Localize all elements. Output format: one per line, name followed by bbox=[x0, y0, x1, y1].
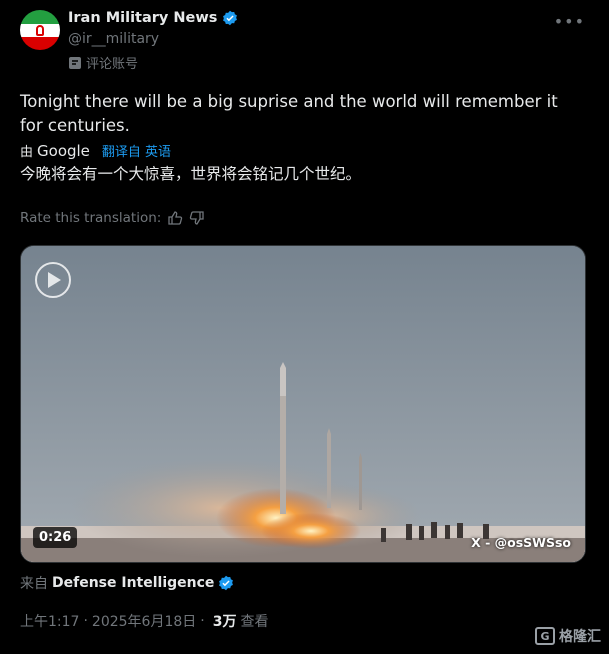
translated-from-link[interactable]: 翻译自 英语 bbox=[102, 141, 171, 160]
translation-attribution: 由 Google 翻译自 英语 bbox=[20, 141, 171, 161]
separator: · bbox=[200, 613, 205, 629]
tweet-date[interactable]: 2025年6月18日 bbox=[92, 611, 196, 631]
source-prefix: 来自 bbox=[20, 576, 48, 592]
brand-watermark: G 格隆汇 bbox=[535, 626, 601, 646]
thumbs-up-icon[interactable] bbox=[167, 210, 183, 226]
video-duration: 0:26 bbox=[33, 527, 78, 548]
video-player[interactable]: 0:26 X - @osSWSso bbox=[20, 245, 586, 563]
display-name[interactable]: Iran Military News bbox=[68, 10, 217, 26]
flag-red-stripe bbox=[20, 37, 60, 50]
rate-translation-row: Rate this translation: bbox=[20, 210, 205, 226]
brand-logo-icon: G bbox=[535, 627, 555, 645]
channel-watermark-logo bbox=[35, 262, 71, 298]
tweet-text: Tonight there will be a big suprise and … bbox=[20, 92, 558, 135]
rate-translation-label: Rate this translation: bbox=[20, 210, 162, 226]
google-logo: Google bbox=[37, 141, 90, 160]
verified-badge-icon bbox=[219, 575, 234, 591]
flag-green-stripe bbox=[20, 10, 60, 24]
translated-text: 今晚将会有一个大惊喜，世界将会铭记几个世纪。 bbox=[20, 165, 362, 183]
handle[interactable]: @ir__military bbox=[68, 31, 159, 47]
flag-emblem-icon bbox=[36, 25, 44, 36]
view-count-label: 查看 bbox=[240, 614, 269, 630]
verified-badge-icon bbox=[223, 10, 238, 26]
translation-by: 由 bbox=[20, 145, 34, 160]
thumbs-down-icon[interactable] bbox=[189, 210, 205, 226]
view-count: 3万 bbox=[212, 614, 237, 630]
source-name[interactable]: Defense Intelligence bbox=[52, 575, 214, 591]
separator: · bbox=[83, 613, 88, 629]
brand-name: 格隆汇 bbox=[559, 629, 601, 645]
avatar[interactable] bbox=[20, 10, 60, 50]
author-name-row: Iran Military News bbox=[68, 10, 238, 26]
source-row: 来自 Defense Intelligence bbox=[20, 573, 234, 593]
account-label-row: 评论账号 bbox=[68, 53, 138, 72]
video-thumbnail bbox=[21, 246, 585, 562]
account-label: 评论账号 bbox=[86, 57, 139, 72]
commentary-badge-icon bbox=[69, 56, 81, 69]
video-credit: X - @osSWSso bbox=[471, 535, 571, 550]
tweet-time[interactable]: 上午1:17 bbox=[20, 611, 79, 631]
more-options-icon[interactable]: ••• bbox=[554, 12, 585, 31]
tweet-meta: 上午1:17 · 2025年6月18日 · 3万 查看 bbox=[20, 611, 268, 631]
